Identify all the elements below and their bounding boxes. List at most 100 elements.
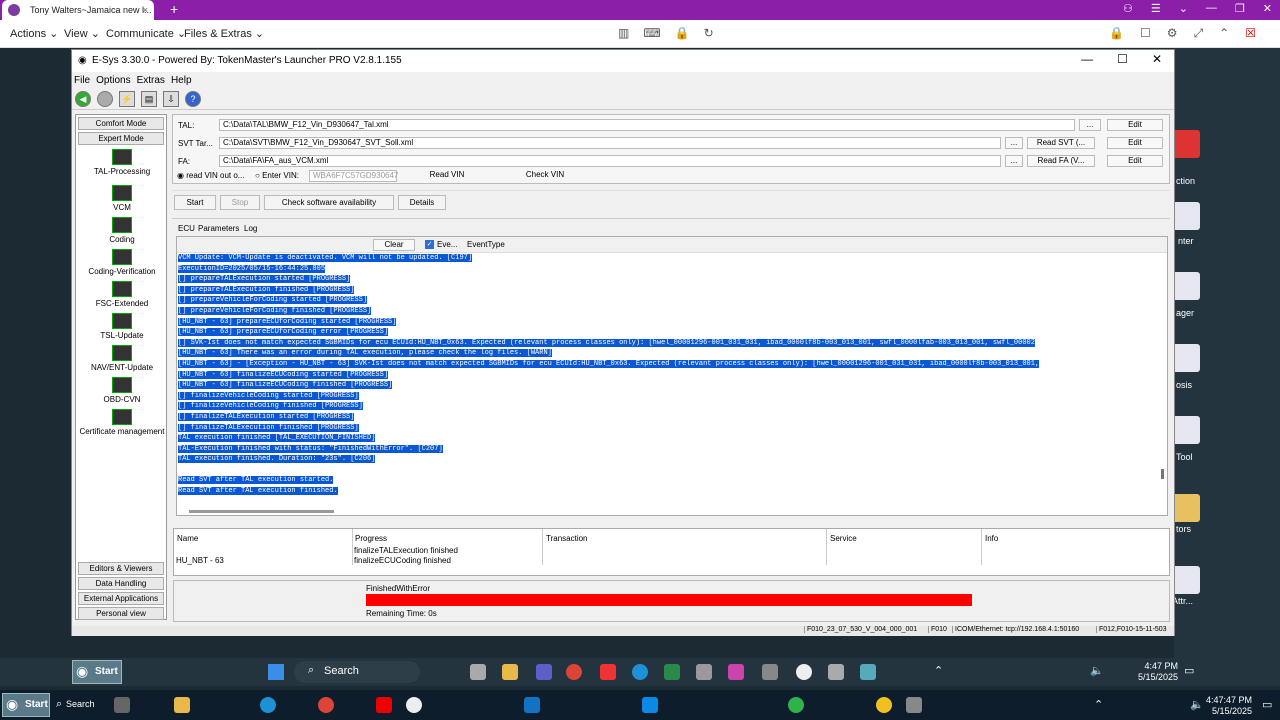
app-icon[interactable] [728, 664, 744, 680]
notification-icon[interactable]: ▭ [1184, 664, 1194, 677]
check-vin-button[interactable]: Check VIN [501, 170, 589, 182]
enter-vin-radio[interactable]: ○ Enter VIN: [255, 171, 299, 180]
chrome-icon[interactable] [318, 697, 334, 713]
folder-icon[interactable] [502, 664, 518, 680]
nav-certificate-management[interactable]: Certificate management [76, 409, 168, 436]
check-software-button[interactable]: Check software availability [264, 195, 394, 210]
svt-field[interactable]: C:\Data\SVT\BMW_F12_Vin_D930647_SVT_Soll… [219, 137, 1001, 149]
menu-options[interactable]: Options [96, 75, 130, 86]
excel-icon[interactable] [664, 664, 680, 680]
clear-button[interactable]: Clear [373, 239, 415, 251]
disconnect-icon[interactable] [97, 90, 113, 107]
column-header-transaction[interactable]: Transaction [546, 534, 588, 543]
tal-browse-button[interactable]: ... [1079, 119, 1101, 131]
tab-parameters[interactable]: Parameters [198, 224, 239, 233]
edge-icon[interactable] [632, 664, 648, 680]
read-vin-radio[interactable]: ◉ read VIN out o... [177, 171, 244, 180]
files-extras-menu[interactable]: Files & Extras ⌄ [184, 27, 264, 40]
app-icon[interactable] [600, 664, 616, 680]
windows-logo-icon[interactable] [268, 664, 284, 680]
start-button[interactable]: Start [174, 195, 216, 210]
close-icon[interactable]: ✕ [1263, 2, 1272, 15]
svt-browse-button[interactable]: ... [1005, 137, 1023, 149]
list-icon[interactable]: ☰ [1151, 2, 1161, 15]
editors-viewers-button[interactable]: Editors & Viewers [78, 562, 164, 575]
tal-field[interactable]: C:\Data\TAL\BMW_F12_Vin_D930647_Tal.xml [219, 119, 1075, 131]
communicate-menu[interactable]: Communicate ⌄ [106, 27, 186, 40]
stop-button[interactable]: Stop [220, 195, 260, 210]
network-icon[interactable]: ⚡ [119, 90, 135, 107]
clock[interactable]: 4:47:47 PM 5/15/2025 [1204, 695, 1252, 717]
help-icon[interactable]: ? [185, 90, 201, 107]
tab-log[interactable]: Log [244, 224, 257, 233]
nav-obd-cvn[interactable]: OBD-CVN [76, 377, 168, 404]
read-vin-button[interactable]: Read VIN [403, 170, 491, 182]
disconnect-icon[interactable]: ☒ [1245, 26, 1256, 41]
comfort-mode-button[interactable]: Comfort Mode [78, 117, 164, 130]
screens-icon[interactable]: ▥ [618, 26, 629, 40]
menu-help[interactable]: Help [171, 75, 192, 86]
event-type-label[interactable]: EventType [467, 240, 505, 249]
youtube-icon[interactable] [376, 697, 392, 713]
app-icon[interactable] [762, 664, 778, 680]
column-header-progress[interactable]: Progress [355, 534, 387, 543]
fa-edit-button[interactable]: Edit [1107, 155, 1163, 167]
app-icon[interactable] [524, 697, 540, 713]
nav-vcm[interactable]: VCM [76, 185, 168, 212]
minimize-icon[interactable]: — [1206, 2, 1217, 15]
chevron-up-icon[interactable]: ⌃ [1219, 26, 1229, 41]
tal-edit-button[interactable]: Edit [1107, 119, 1163, 131]
column-header-info[interactable]: Info [985, 534, 998, 543]
keyboard-icon[interactable]: ⌨ [643, 26, 660, 40]
volume-icon[interactable]: 🔈 [1090, 664, 1104, 677]
nav-coding-verification[interactable]: Coding-Verification [76, 249, 168, 276]
app-icon[interactable] [860, 664, 876, 680]
personal-view-button[interactable]: Personal view [78, 607, 164, 620]
volume-icon[interactable]: 🔈 [1190, 698, 1204, 711]
nav-nav-ent-update[interactable]: NAV/ENT-Update [76, 345, 168, 372]
chat-icon[interactable]: ☐ [1140, 26, 1151, 41]
tab-ecu[interactable]: ECU [178, 224, 195, 233]
restore-icon[interactable]: ❐ [1235, 2, 1245, 15]
lock-icon[interactable]: 🔒 [1109, 26, 1124, 41]
chevron-down-icon[interactable]: ⌄ [1179, 2, 1188, 15]
user-icon[interactable]: ⚇ [1123, 2, 1133, 15]
chevron-up-icon[interactable]: ⌃ [1094, 698, 1103, 711]
search-button[interactable]: Search [66, 699, 95, 709]
column-header-service[interactable]: Service [830, 534, 857, 543]
vertical-scrollbar[interactable] [1161, 469, 1164, 479]
chevron-up-icon[interactable]: ⌃ [934, 664, 943, 677]
remote-icon[interactable] [796, 664, 812, 680]
refresh-icon[interactable]: ↻ [704, 26, 714, 40]
nav-tal-processing[interactable]: TAL-Processing [76, 149, 168, 176]
export-icon[interactable]: ⇩ [163, 90, 179, 107]
app-icon[interactable] [906, 697, 922, 713]
close-button[interactable]: ✕ [1152, 52, 1162, 66]
whatsapp-icon[interactable] [788, 697, 804, 713]
expert-mode-button[interactable]: Expert Mode [78, 132, 164, 145]
fa-browse-button[interactable]: ... [1005, 155, 1023, 167]
settings-icon[interactable]: ⚙ [1167, 26, 1178, 41]
fullscreen-icon[interactable]: ⤢ [1194, 26, 1204, 41]
external-applications-button[interactable]: External Applications [78, 592, 164, 605]
column-header-name[interactable]: Name [177, 534, 198, 543]
view-menu[interactable]: View ⌄ [64, 27, 100, 40]
edge-icon[interactable] [260, 697, 276, 713]
teams-icon[interactable] [536, 664, 552, 680]
event-checkbox[interactable]: ✓ [425, 240, 434, 249]
app-icon[interactable] [696, 664, 712, 680]
connect-icon[interactable]: ◀ [75, 90, 91, 107]
nav-fsc-extended[interactable]: FSC-Extended [76, 281, 168, 308]
new-tab-button[interactable]: + [170, 1, 178, 17]
notification-icon[interactable]: ▭ [1262, 698, 1272, 711]
clock[interactable]: 4:47 PM 5/15/2025 [1130, 661, 1178, 683]
app-icon[interactable] [876, 697, 892, 713]
chrome-icon[interactable] [566, 664, 582, 680]
nav-tsl-update[interactable]: TSL-Update [76, 313, 168, 340]
taskview-icon[interactable] [114, 697, 130, 713]
taskview-icon[interactable] [470, 664, 486, 680]
horizontal-scrollbar[interactable] [189, 510, 334, 513]
read-svt-button[interactable]: Read SVT (... [1027, 137, 1095, 149]
vin-field[interactable]: WBA6F7C57GD930647 [309, 170, 398, 182]
menu-file[interactable]: File [74, 75, 90, 86]
